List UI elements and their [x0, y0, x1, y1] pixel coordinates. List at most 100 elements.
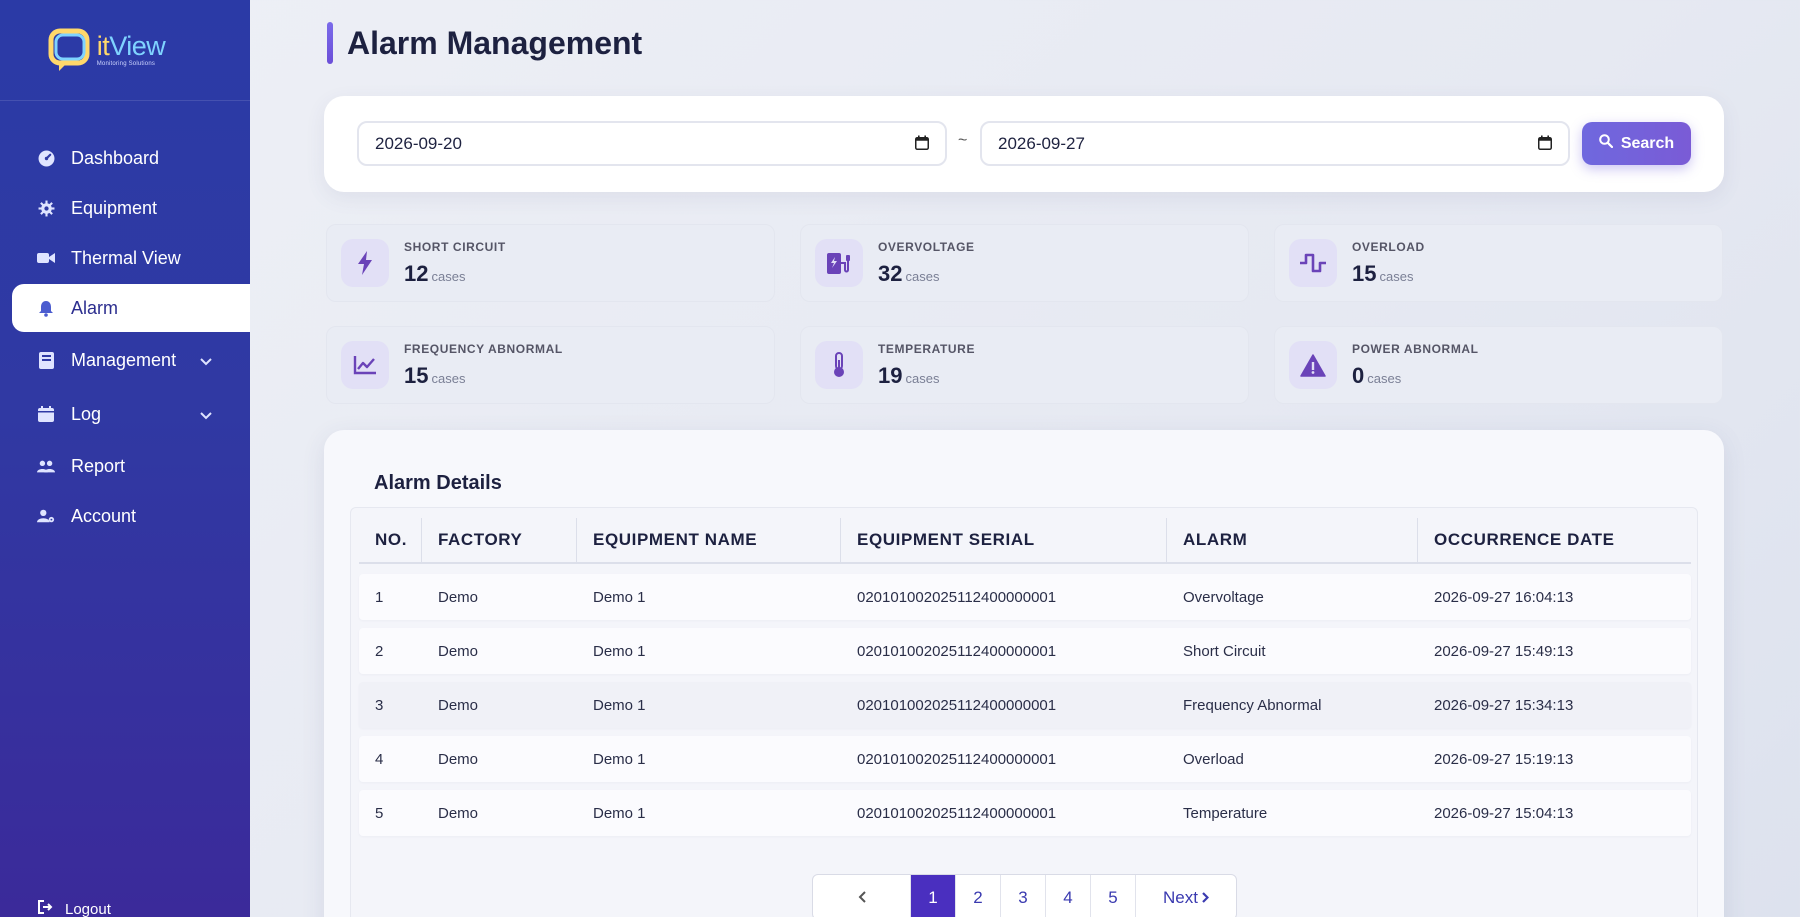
table-row[interactable]: 2 Demo Demo 1 020101002025112400000001 S…	[359, 628, 1691, 674]
stat-label: POWER ABNORMAL	[1352, 342, 1479, 356]
sidebar-item-label: Alarm	[71, 297, 119, 318]
sidebar-item-equipment[interactable]: Equipment	[0, 184, 250, 232]
chevron-down-icon	[200, 404, 212, 425]
table-cell: Demo	[438, 642, 479, 660]
stat-value: 15 cases	[1352, 261, 1414, 286]
pagination: 1 2 3 4 5 Next	[812, 874, 1237, 917]
table-cell: Demo	[438, 804, 479, 822]
table-cell: 020101002025112400000001	[857, 804, 1057, 822]
stat-label: TEMPERATURE	[878, 342, 976, 356]
gear-icon	[37, 199, 55, 217]
prev-page-button[interactable]	[813, 875, 911, 917]
table-cell: 2026-09-27 15:04:13	[1434, 804, 1574, 822]
chevron-down-icon	[200, 350, 212, 371]
table-cell: Demo 1	[593, 804, 646, 822]
table-cell: Temperature	[1183, 804, 1268, 822]
calendar-icon[interactable]	[915, 135, 929, 155]
date-filter-card: 2026-09-20 ~ 2026-09-27 Search	[324, 96, 1724, 192]
column-header[interactable]: EQUIPMENT SERIAL	[841, 518, 1167, 562]
sidebar-item-report[interactable]: Report	[0, 442, 250, 490]
column-header[interactable]: FACTORY	[422, 518, 577, 562]
video-camera-icon	[37, 249, 55, 267]
column-header[interactable]: OCCURRENCE DATE	[1418, 518, 1691, 562]
sidebar-item-management[interactable]: Management	[0, 334, 250, 386]
chevron-left-icon	[858, 888, 866, 908]
stat-card-temperature: TEMPERATURE 19 cases	[800, 326, 1249, 404]
stat-label: SHORT CIRCUIT	[404, 240, 506, 254]
search-button[interactable]: Search	[1582, 122, 1691, 165]
users-icon	[37, 457, 55, 475]
calendar-icon	[37, 405, 55, 423]
end-date-input[interactable]: 2026-09-27	[980, 121, 1570, 166]
sidebar-item-thermal-view[interactable]: Thermal View	[0, 234, 250, 282]
logo-icon	[47, 27, 93, 73]
logout-icon	[38, 900, 53, 917]
table-row[interactable]: 4 Demo Demo 1 020101002025112400000001 O…	[359, 736, 1691, 782]
logo[interactable]: itView Monitoring Solutions	[0, 0, 250, 101]
gauge-icon	[37, 149, 55, 167]
next-page-button[interactable]: Next	[1136, 875, 1236, 917]
sidebar-item-dashboard[interactable]: Dashboard	[0, 134, 250, 182]
page-header: Alarm Management	[327, 22, 642, 64]
table-row[interactable]: 3 Demo Demo 1 020101002025112400000001 F…	[359, 682, 1691, 728]
stat-value: 15 cases	[404, 363, 466, 388]
table-cell: 2026-09-27 15:49:13	[1434, 642, 1574, 660]
table-cell: Demo	[438, 696, 479, 714]
sidebar-item-log[interactable]: Log	[0, 388, 250, 440]
table-row[interactable]: 5 Demo Demo 1 020101002025112400000001 T…	[359, 790, 1691, 836]
page-button-3[interactable]: 3	[1001, 875, 1046, 917]
column-header[interactable]: ALARM	[1167, 518, 1418, 562]
sidebar-item-account[interactable]: Account	[0, 492, 250, 540]
sidebar-item-alarm[interactable]: Alarm	[12, 284, 250, 332]
table-cell: 3	[375, 696, 384, 714]
stat-value: 0 cases	[1352, 363, 1402, 388]
table-cell: 1	[375, 588, 384, 606]
table-cell: Demo	[438, 588, 479, 606]
bolt-icon	[341, 239, 389, 287]
table-cell: 4	[375, 750, 384, 768]
alarm-table: NO. FACTORY EQUIPMENT NAME EQUIPMENT SER…	[350, 507, 1698, 917]
stat-value: 12 cases	[404, 261, 466, 286]
end-date-value: 2026-09-27	[998, 133, 1085, 153]
column-header[interactable]: EQUIPMENT NAME	[577, 518, 841, 562]
stat-value: 19 cases	[878, 363, 940, 388]
sidebar: itView Monitoring Solutions Dashboard Eq…	[0, 0, 250, 917]
table-header: NO. FACTORY EQUIPMENT NAME EQUIPMENT SER…	[359, 518, 1691, 564]
table-cell: Demo	[438, 750, 479, 768]
page-button-1[interactable]: 1	[911, 875, 956, 917]
table-row[interactable]: 1 Demo Demo 1 020101002025112400000001 O…	[359, 574, 1691, 620]
page-button-2[interactable]: 2	[956, 875, 1001, 917]
table-cell: Overvoltage	[1183, 588, 1264, 606]
logout-button[interactable]: Logout	[38, 900, 111, 917]
stat-card-overvoltage: OVERVOLTAGE 32 cases	[800, 224, 1249, 302]
column-header[interactable]: NO.	[359, 518, 422, 562]
table-cell: Demo 1	[593, 642, 646, 660]
thermometer-icon	[815, 341, 863, 389]
stat-label: OVERVOLTAGE	[878, 240, 975, 254]
page-button-4[interactable]: 4	[1046, 875, 1091, 917]
table-cell: 020101002025112400000001	[857, 750, 1057, 768]
alarm-details-card: Alarm Details NO. FACTORY EQUIPMENT NAME…	[324, 430, 1724, 917]
sidebar-item-label: Dashboard	[71, 147, 160, 168]
start-date-input[interactable]: 2026-09-20	[357, 121, 947, 166]
calendar-icon[interactable]	[1538, 135, 1552, 155]
table-cell: Demo 1	[593, 750, 646, 768]
stat-card-overload: OVERLOAD 15 cases	[1274, 224, 1723, 302]
page-button-5[interactable]: 5	[1091, 875, 1136, 917]
stat-value: 32 cases	[878, 261, 940, 286]
charging-station-icon	[815, 239, 863, 287]
sidebar-item-label: Report	[71, 455, 126, 476]
sidebar-item-label: Equipment	[71, 197, 158, 218]
stat-card-frequency-abnormal: FREQUENCY ABNORMAL 15 cases	[326, 326, 775, 404]
sidebar-item-label: Log	[71, 403, 102, 424]
table-cell: Demo 1	[593, 588, 646, 606]
brand-name: itView	[96, 31, 166, 61]
table-cell: 020101002025112400000001	[857, 642, 1057, 660]
table-cell: 020101002025112400000001	[857, 696, 1057, 714]
next-label: Next	[1163, 888, 1198, 907]
table-cell: Overload	[1183, 750, 1244, 768]
user-gear-icon	[37, 507, 55, 525]
table-cell: Frequency Abnormal	[1183, 696, 1322, 714]
start-date-value: 2026-09-20	[375, 133, 462, 153]
table-cell: Demo 1	[593, 696, 646, 714]
